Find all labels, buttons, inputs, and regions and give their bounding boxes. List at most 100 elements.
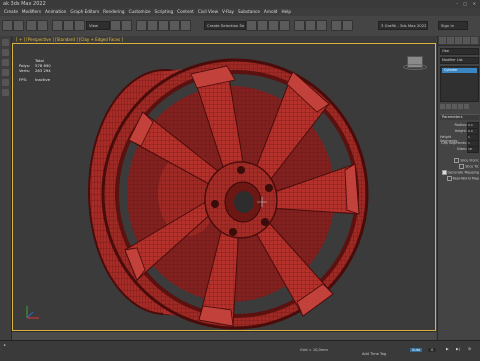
close-icon[interactable]: ✕ — [473, 1, 476, 6]
menu-item-arnold[interactable]: Arnold — [264, 9, 278, 14]
select-by-name-icon[interactable] — [63, 20, 74, 31]
param-spinner[interactable]: 18 — [467, 146, 479, 153]
time-config-icon[interactable]: ⚙ — [468, 347, 471, 351]
modifier-stack-item[interactable]: Cylinder — [442, 68, 477, 73]
menu-item-content[interactable]: Content — [177, 9, 194, 14]
menu-item-rendering[interactable]: Rendering — [103, 9, 124, 14]
motion-tab-icon[interactable] — [463, 37, 470, 44]
stack-tools — [440, 104, 479, 110]
param-label: Radius: — [454, 123, 467, 127]
checkbox-label: Generate Mapping — [447, 170, 479, 175]
render-frame-icon[interactable] — [305, 20, 316, 31]
menu-item-modifiers[interactable]: Modifiers — [22, 9, 41, 14]
next-frame-icon[interactable]: ▶| — [456, 347, 460, 351]
checkbox[interactable] — [454, 158, 460, 163]
add-time-tag-button[interactable]: Add Time Tag — [362, 352, 386, 356]
status-bar: ▸ Grid = 10,0mm Add Time Tag Auto 0 ▶ ▶|… — [0, 340, 480, 361]
object-name-field[interactable]: Obe — [440, 48, 479, 55]
schematic-icon[interactable] — [268, 20, 279, 31]
modify-tab-icon[interactable] — [447, 37, 454, 44]
current-frame-field[interactable]: 0 — [428, 348, 437, 352]
title-bar: ak 3ds Max 2022 – □ ✕ — [0, 0, 480, 8]
layer-icon[interactable] — [246, 20, 257, 31]
view-dropdown[interactable]: View — [86, 21, 110, 30]
make-unique-icon[interactable] — [452, 104, 457, 109]
auto-key-button[interactable]: Auto — [410, 348, 423, 352]
maxscript-listener[interactable]: ▸ — [4, 343, 6, 347]
menu-item-substance[interactable]: Substance — [238, 9, 260, 14]
checkbox-label: Real-World Map — [452, 176, 479, 181]
menu-item-scripting[interactable]: Scripting — [155, 9, 174, 14]
perspective-viewport[interactable]: Total Polys: 578 690 Verts: 263 294 FPS: In… — [12, 43, 436, 331]
percent-snap-icon[interactable] — [158, 20, 169, 31]
scale-icon[interactable] — [121, 20, 132, 31]
render-setup-icon[interactable] — [294, 20, 305, 31]
param-label: Cap Segments: — [441, 141, 467, 145]
vray-frame-icon[interactable] — [342, 20, 353, 31]
menu-item-customize[interactable]: Customize — [129, 9, 151, 14]
curve-editor-icon[interactable] — [257, 20, 268, 31]
menu-item-help[interactable]: Help — [281, 9, 291, 14]
tool-icon[interactable] — [2, 39, 9, 46]
remove-modifier-icon[interactable] — [458, 104, 463, 109]
command-panel: Obe Modifier List Cylinder Parameters Ra… — [437, 36, 480, 340]
signin-button[interactable]: Sign In — [438, 21, 468, 30]
link-icon[interactable] — [26, 20, 37, 31]
render-icon[interactable] — [316, 20, 327, 31]
modifier-stack[interactable]: Cylinder — [440, 66, 479, 102]
maximize-icon[interactable]: □ — [463, 1, 467, 6]
menu-item-graph-editors[interactable]: Graph Editors — [70, 9, 99, 14]
command-panel-tabs — [438, 36, 480, 46]
checkbox[interactable] — [446, 176, 452, 181]
hierarchy-tab-icon[interactable] — [455, 37, 462, 44]
menu-item-civil-view[interactable]: Civil View — [198, 9, 218, 14]
viewport-label[interactable]: [ + ] [Perspective ] [Standard ] [Clay +… — [16, 37, 123, 42]
play-icon[interactable]: ▶ — [446, 347, 449, 351]
mirror-icon[interactable] — [169, 20, 180, 31]
checkbox[interactable] — [441, 170, 447, 175]
vray-icon[interactable] — [331, 20, 342, 31]
minimize-icon[interactable]: – — [456, 1, 458, 6]
tool-icon[interactable] — [2, 69, 9, 76]
modifier-list-dropdown[interactable]: Modifier List — [440, 57, 479, 64]
unlink-icon[interactable] — [37, 20, 48, 31]
axis-tripod-icon — [26, 306, 39, 319]
tool-icon[interactable] — [2, 89, 9, 96]
menu-item-create[interactable]: Create — [4, 9, 18, 14]
viewport-header: [ + ] [Perspective ] [Standard ] [Clay +… — [12, 36, 436, 43]
pin-stack-icon[interactable] — [440, 104, 445, 109]
display-tab-icon[interactable] — [471, 37, 478, 44]
snap-icon[interactable] — [136, 20, 147, 31]
parameters-rollout[interactable]: Parameters — [440, 114, 479, 120]
checkbox-label: Slice From: — [460, 158, 479, 163]
main-toolbar: View Create Selection Se 3 Grafik - 3ds … — [0, 16, 480, 49]
menu-item-animation[interactable]: Animation — [45, 9, 66, 14]
align-icon[interactable] — [180, 20, 191, 31]
configure-icon[interactable] — [464, 104, 469, 109]
select-icon[interactable] — [52, 20, 63, 31]
left-toolbar — [0, 36, 12, 340]
checkbox-label: Slice To: — [465, 164, 479, 169]
param-row: Sides: 18 — [440, 146, 479, 153]
material-editor-icon[interactable] — [279, 20, 290, 31]
menu-bar: Create Modifiers Animation Graph Editors Ren… — [0, 8, 480, 16]
undo-icon[interactable] — [2, 20, 13, 31]
checkbox-row[interactable]: Real-World Map — [440, 176, 479, 182]
menu-item-v-ray[interactable]: V-Ray — [222, 9, 234, 14]
tool-icon[interactable] — [2, 79, 9, 86]
param-label: Height: — [454, 129, 467, 133]
tool-icon[interactable] — [2, 49, 9, 56]
window-title: ak 3ds Max 2022 — [3, 1, 46, 7]
create-tab-icon[interactable] — [439, 37, 446, 44]
param-label: Sides: — [456, 147, 467, 151]
checkbox[interactable] — [459, 164, 465, 169]
selection-set-dropdown[interactable]: Create Selection Se — [204, 21, 246, 30]
show-end-result-icon[interactable] — [446, 104, 451, 109]
angle-snap-icon[interactable] — [147, 20, 158, 31]
move-icon[interactable] — [74, 20, 85, 31]
wheel-model[interactable] — [13, 44, 435, 330]
redo-icon[interactable] — [13, 20, 24, 31]
tool-icon[interactable] — [2, 59, 9, 66]
workspace-dropdown[interactable]: 3 Grafik - 3ds Max 2022 — [378, 21, 428, 30]
rotate-icon[interactable] — [110, 20, 121, 31]
